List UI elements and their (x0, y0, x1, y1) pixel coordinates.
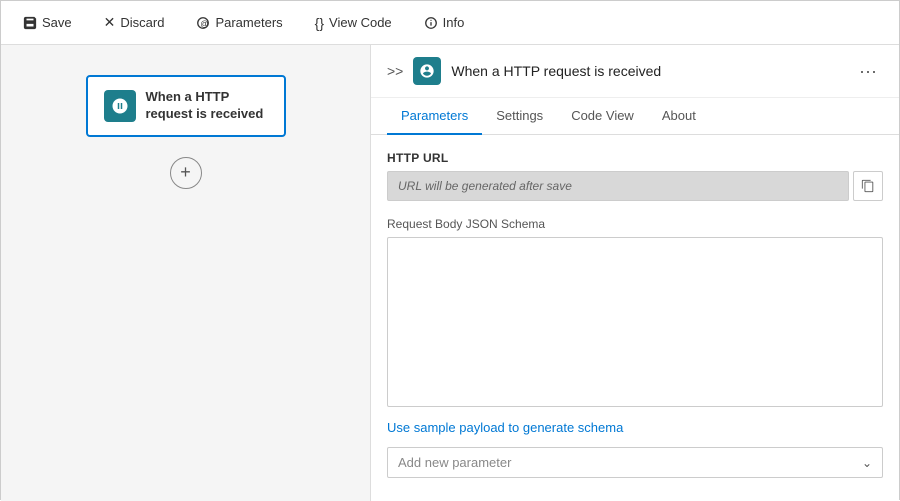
panel-title: When a HTTP request is received (451, 63, 843, 79)
info-button[interactable]: Info (418, 11, 471, 34)
info-label: Info (443, 15, 465, 30)
add-parameter-text: Add new parameter (398, 455, 862, 470)
node-label: When a HTTP request is received (146, 89, 268, 123)
chevron-down-icon: ⌄ (862, 456, 872, 470)
canvas-panel: When a HTTP request is received + (1, 45, 371, 501)
schema-textarea[interactable] (387, 237, 883, 407)
tab-code-view[interactable]: Code View (557, 98, 648, 135)
url-field: URL will be generated after save (387, 171, 849, 201)
copy-url-button[interactable] (853, 171, 883, 201)
svg-text:@: @ (201, 19, 209, 28)
main-area: When a HTTP request is received + >> Whe… (1, 45, 899, 501)
http-url-label: HTTP URL (387, 151, 883, 165)
save-button[interactable]: Save (17, 11, 78, 34)
parameters-label: Parameters (215, 15, 282, 30)
view-code-label: View Code (329, 15, 392, 30)
parameters-button[interactable]: @ Parameters (190, 11, 288, 34)
add-parameter-dropdown[interactable]: Add new parameter ⌄ (387, 447, 883, 478)
add-step-icon: + (180, 162, 191, 183)
panel-header: >> When a HTTP request is received ··· (371, 45, 899, 98)
save-label: Save (42, 15, 72, 30)
panel-menu-button[interactable]: ··· (853, 59, 883, 84)
view-code-icon: {} (315, 15, 324, 31)
toolbar: Save ✕ Discard @ Parameters {} View Code… (1, 1, 899, 45)
tab-settings[interactable]: Settings (482, 98, 557, 135)
tab-about[interactable]: About (648, 98, 710, 135)
discard-button[interactable]: ✕ Discard (98, 10, 171, 35)
action-node[interactable]: When a HTTP request is received (86, 75, 286, 137)
discard-label: Discard (120, 15, 164, 30)
tab-parameters[interactable]: Parameters (387, 98, 482, 135)
parameters-icon: @ (196, 16, 210, 30)
panel-content: HTTP URL URL will be generated after sav… (371, 135, 899, 501)
info-icon (424, 16, 438, 30)
discard-icon: ✕ (104, 14, 116, 31)
panel-node-icon (413, 57, 441, 85)
detail-panel: >> When a HTTP request is received ··· P… (371, 45, 899, 501)
add-step-button[interactable]: + (170, 157, 202, 189)
view-code-button[interactable]: {} View Code (309, 11, 398, 35)
panel-tabs: Parameters Settings Code View About (371, 98, 899, 135)
generate-schema-link[interactable]: Use sample payload to generate schema (387, 420, 623, 435)
node-icon (104, 90, 136, 122)
schema-label: Request Body JSON Schema (387, 217, 883, 231)
save-icon (23, 16, 37, 30)
url-field-wrapper: URL will be generated after save (387, 171, 883, 201)
collapse-icon[interactable]: >> (387, 63, 403, 79)
